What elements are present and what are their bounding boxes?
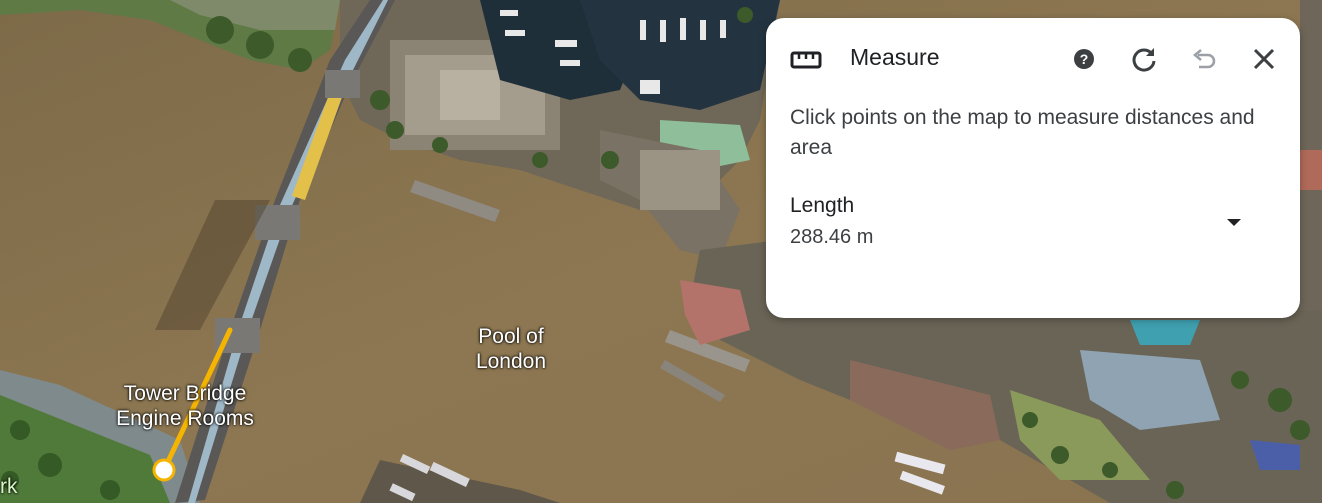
close-button[interactable] (1249, 44, 1279, 74)
close-icon (1253, 48, 1275, 70)
help-icon: ? (1074, 49, 1094, 69)
reset-button[interactable] (1129, 44, 1159, 74)
caret-down-icon (1227, 219, 1241, 226)
svg-text:?: ? (1080, 51, 1089, 67)
map-label-line: Engine Rooms (116, 407, 254, 431)
refresh-icon (1132, 48, 1156, 72)
measure-point[interactable] (152, 458, 176, 482)
map-label-park-fragment[interactable]: rk (0, 474, 18, 499)
undo-icon (1193, 49, 1216, 69)
help-button[interactable]: ? (1069, 44, 1099, 74)
metric-label: Length (790, 194, 855, 217)
bridge-north-tower (325, 70, 360, 98)
map-label-line: London (475, 350, 547, 374)
unit-dropdown-button[interactable] (1220, 210, 1248, 234)
ruler-icon (790, 51, 822, 69)
map-label-line: Pool of (478, 325, 544, 348)
map-label-line: Tower Bridge (123, 382, 247, 405)
map-label-tower-bridge-engine-rooms[interactable]: Tower Bridge Engine Rooms (95, 381, 275, 431)
map-label-pool-of-london: Pool of London (450, 324, 572, 374)
measure-panel: Measure ? Click points on the map to mea… (766, 18, 1300, 318)
undo-button[interactable] (1189, 44, 1219, 74)
panel-title: Measure (850, 44, 940, 70)
metric-value: 288.46 m (790, 226, 874, 248)
measure-instructions: Click points on the map to measure dista… (790, 106, 1255, 159)
